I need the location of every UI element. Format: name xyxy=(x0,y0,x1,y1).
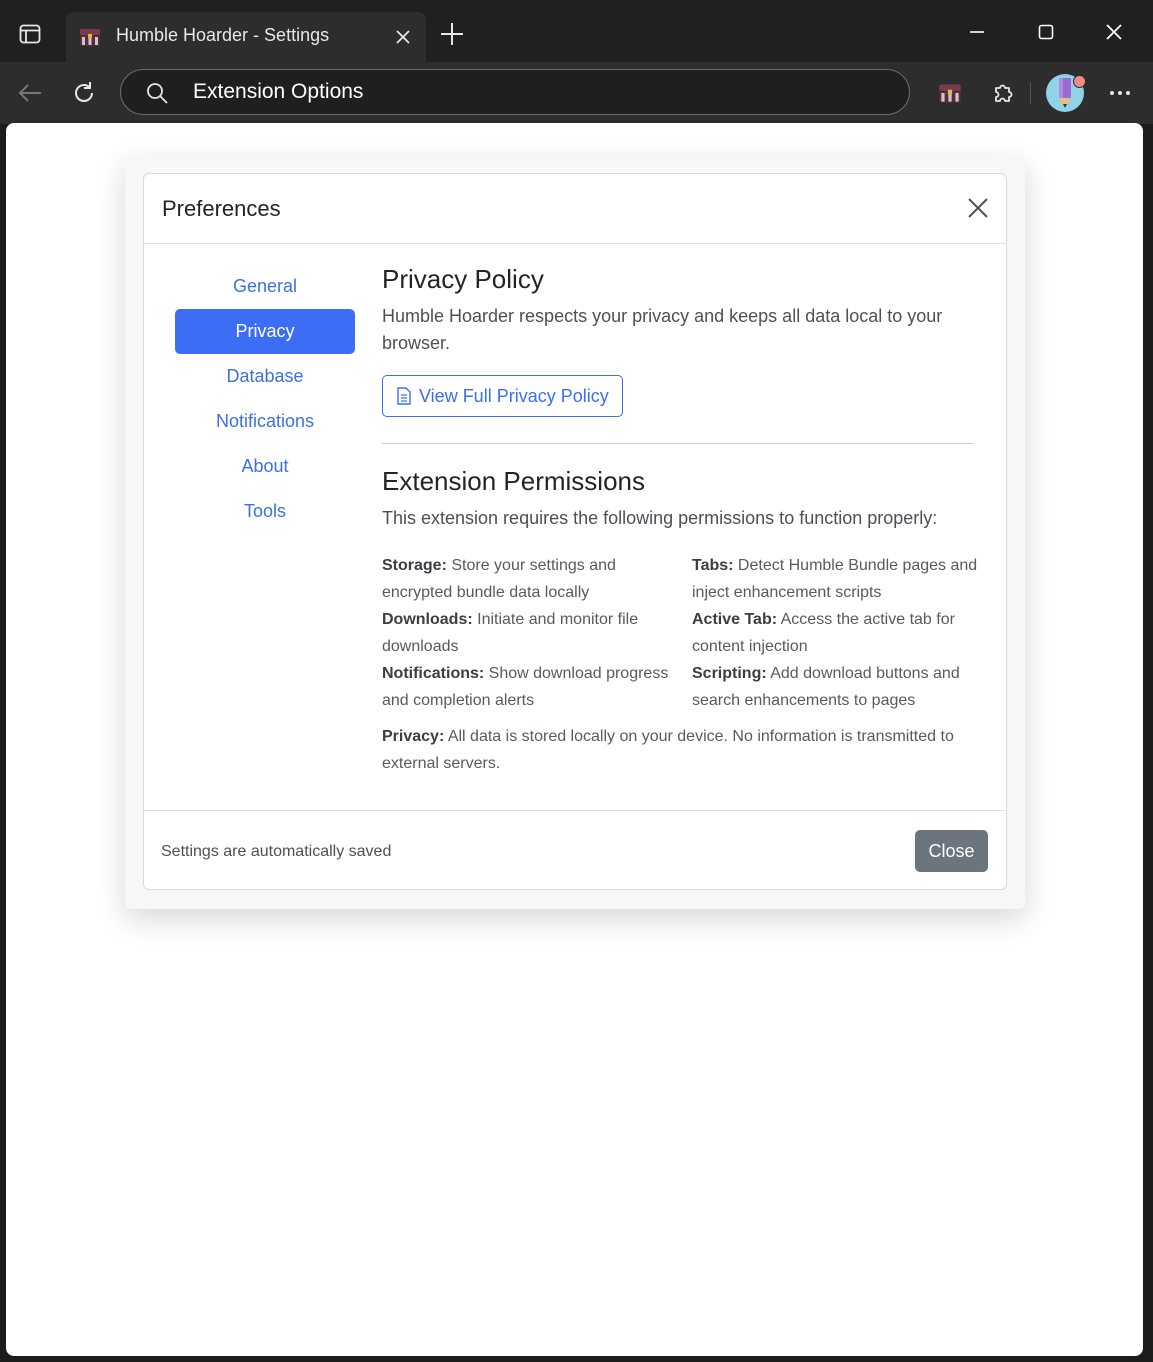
new-tab-icon[interactable] xyxy=(438,20,466,48)
nav-item-notifications[interactable]: Notifications xyxy=(175,399,355,444)
nav-item-about[interactable]: About xyxy=(175,444,355,489)
view-privacy-policy-button[interactable]: View Full Privacy Policy xyxy=(382,375,623,417)
browser-tab-active[interactable]: Humble Hoarder - Settings xyxy=(66,12,426,62)
treasure-chest-icon xyxy=(78,25,102,49)
nav-item-tools[interactable]: Tools xyxy=(175,489,355,534)
extensions-puzzle-icon[interactable] xyxy=(988,77,1020,109)
close-icon[interactable] xyxy=(966,196,990,220)
permissions-intro: This extension requires the following pe… xyxy=(382,508,938,528)
extension-treasure-chest-icon[interactable] xyxy=(934,77,966,109)
permission-item: Downloads: Initiate and monitor file dow… xyxy=(382,611,639,655)
browser-toolbar: Extension Options xyxy=(0,62,1153,124)
permission-item: Active Tab: Access the active tab for co… xyxy=(692,611,955,655)
view-privacy-policy-label: View Full Privacy Policy xyxy=(419,385,609,406)
more-options-icon[interactable] xyxy=(1104,77,1136,109)
tab-title: Humble Hoarder - Settings xyxy=(116,25,330,45)
settings-nav: General Privacy Database Notifications A… xyxy=(175,264,355,534)
autosave-note: Settings are automatically saved xyxy=(161,843,392,860)
profile-notification-dot xyxy=(1073,75,1086,88)
document-icon xyxy=(397,387,411,405)
extension-permissions-heading: Extension Permissions xyxy=(382,466,645,496)
maximize-icon[interactable] xyxy=(1032,18,1060,46)
privacy-description: Humble Hoarder respects your privacy and… xyxy=(382,306,943,353)
permission-item: Storage: Store your settings and encrypt… xyxy=(382,557,616,601)
permission-item: Tabs: Detect Humble Bundle pages and inj… xyxy=(692,557,978,601)
modal-header: Preferences xyxy=(144,174,1006,244)
window-close-icon[interactable] xyxy=(1100,18,1128,46)
privacy-panel: Privacy Policy Humble Hoarder respects y… xyxy=(382,264,977,777)
preferences-modal: Preferences General Privacy Database Not… xyxy=(143,173,1007,890)
permissions-list: Storage: Store your settings and encrypt… xyxy=(382,552,977,714)
nav-item-database[interactable]: Database xyxy=(175,354,355,399)
minimize-icon[interactable] xyxy=(963,18,991,46)
privacy-policy-heading: Privacy Policy xyxy=(382,264,544,294)
close-button[interactable]: Close xyxy=(915,830,988,872)
modal-footer: Settings are automatically saved Close xyxy=(144,810,1006,890)
reload-icon[interactable] xyxy=(68,77,100,109)
back-arrow-icon[interactable] xyxy=(14,77,46,109)
section-divider xyxy=(382,443,974,444)
nav-item-privacy[interactable]: Privacy xyxy=(175,309,355,354)
search-icon xyxy=(145,81,169,105)
sidebar-toggle-icon[interactable] xyxy=(12,16,48,52)
permission-item: Notifications: Show download progress an… xyxy=(382,665,669,709)
browser-titlebar: Humble Hoarder - Settings xyxy=(0,0,1153,62)
tab-close-icon[interactable] xyxy=(392,26,414,48)
toolbar-divider xyxy=(1030,82,1031,104)
privacy-note: Privacy: All data is stored locally on y… xyxy=(382,728,954,772)
modal-title: Preferences xyxy=(162,196,281,221)
address-text[interactable]: Extension Options xyxy=(193,80,363,104)
address-bar[interactable]: Extension Options xyxy=(120,69,910,115)
nav-item-general[interactable]: General xyxy=(175,264,355,309)
page-viewport: Preferences General Privacy Database Not… xyxy=(6,123,1143,1356)
permission-item: Scripting: Add download buttons and sear… xyxy=(692,665,960,709)
